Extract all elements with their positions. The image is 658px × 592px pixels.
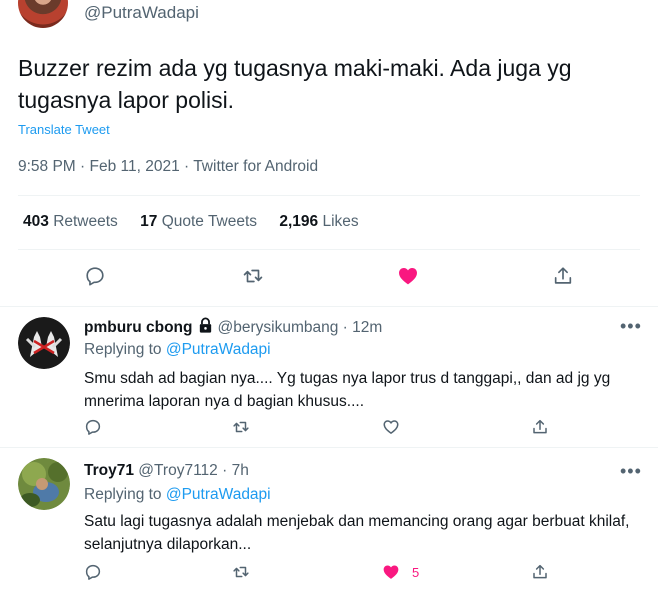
reply-text: Smu sdah ad bagian nya.... Yg tugas nya … [84,370,611,410]
like-count: 5 [412,564,420,580]
reply-handle[interactable]: @berysikumbang [218,319,339,336]
display-name[interactable]: Troy71 [84,462,134,479]
reply-time[interactable]: 12m [352,319,382,336]
tweet-actions [0,258,658,294]
tweet-stats: 403 Retweets 17 Quote Tweets 2,196 Likes [23,213,377,231]
retweet-button[interactable] [232,560,250,584]
retweet-button[interactable] [232,415,250,439]
heart-outline-icon [383,420,399,434]
likes-count: 2,196 [279,213,319,230]
retweet-icon [233,421,249,433]
reply-button[interactable] [84,415,102,439]
reply-header: Troy71 @Troy7112 · 7h [84,462,249,480]
author-handle[interactable]: @PutraWadapi [84,3,199,23]
reply-tweet[interactable]: pmburu cbong @berysikumbang · 12m ••• Rep… [0,307,658,447]
reply-avatar[interactable] [18,317,70,369]
heart-filled-icon [399,268,417,285]
reply-icon [86,267,104,286]
display-name[interactable]: pmburu cbong [84,319,193,336]
divider [18,195,640,196]
replying-prefix: Replying to [84,341,162,358]
tweet-meta: 9:58 PM · Feb 11, 2021 · Twitter for And… [18,158,319,175]
quote-tweets-stat[interactable]: 17 Quote Tweets [140,213,257,230]
reply-avatar[interactable] [18,458,70,510]
share-icon [533,564,547,579]
replying-to: Replying to @PutraWadapi [84,486,271,504]
like-button[interactable]: 5 [382,560,419,584]
more-options-button[interactable]: ••• [620,317,644,337]
like-button[interactable] [390,258,426,294]
share-icon [554,267,572,284]
share-button[interactable] [531,415,549,439]
replying-mention[interactable]: @PutraWadapi [166,341,271,358]
likes-stat[interactable]: 2,196 Likes [279,213,358,230]
likes-label: Likes [322,213,359,230]
reply-text: Satu lagi tugasnya adalah menjebak dan m… [84,513,630,553]
replying-to: Replying to @PutraWadapi [84,341,271,359]
reply-handle[interactable]: @Troy7112 [138,462,218,479]
dot-separator: · [338,319,353,336]
tweet-text: Buzzer rezim ada yg tugasnya maki-maki. … [18,55,572,113]
reply-button[interactable] [84,560,102,584]
reply-time[interactable]: 7h [232,462,249,479]
reply-button[interactable] [77,258,113,294]
reply-icon [85,564,101,580]
quotes-label: Quote Tweets [161,213,258,230]
photo-avatar [18,458,70,510]
reply-tweet[interactable]: Troy71 @Troy7112 · 7h ••• Replying to @P… [0,448,658,592]
replying-prefix: Replying to [84,486,162,503]
retweet-icon [233,566,249,578]
retweet-button[interactable] [235,258,271,294]
share-icon [533,419,547,434]
heart-filled-icon [383,565,399,579]
translate-tweet-link[interactable]: Translate Tweet [18,122,110,137]
retweets-label: Retweets [53,213,118,230]
retweet-icon [243,269,263,283]
reply-header: pmburu cbong @berysikumbang · 12m [84,317,382,337]
more-options-button[interactable]: ••• [620,462,644,482]
replying-mention[interactable]: @PutraWadapi [166,486,271,503]
divider [18,249,640,250]
lock-icon [199,317,211,333]
quotes-count: 17 [140,213,158,230]
dot-separator: · [217,462,232,479]
main-tweet: @PutraWadapi Buzzer rezim ada yg tugasny… [0,0,658,306]
retweets-stat[interactable]: 403 Retweets [23,213,118,230]
reply-icon [85,419,101,435]
share-button[interactable] [545,258,581,294]
retweets-count: 403 [23,213,49,230]
like-button[interactable] [382,415,400,439]
hands-icon [18,317,70,369]
share-button[interactable] [531,560,549,584]
author-avatar[interactable] [18,0,68,28]
